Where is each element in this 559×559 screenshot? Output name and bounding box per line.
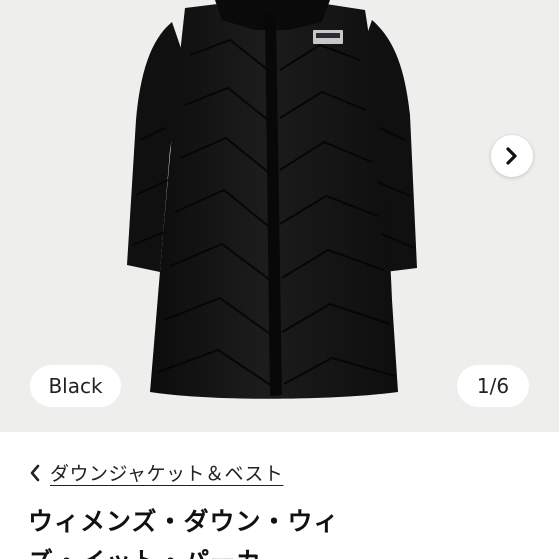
chevron-right-icon <box>506 147 517 165</box>
image-counter-label: 1/6 <box>476 374 510 398</box>
color-name-badge: Black <box>30 365 121 407</box>
color-name-label: Black <box>48 374 103 398</box>
image-counter-badge: 1/6 <box>457 365 529 407</box>
breadcrumb[interactable]: ダウンジャケット＆ベスト <box>28 459 283 486</box>
product-title: ウィメンズ・ダウン・ウィズ・イット・パーカ <box>28 507 340 559</box>
chevron-left-icon <box>30 464 40 481</box>
breadcrumb-link[interactable]: ダウンジャケット＆ベスト <box>50 459 283 486</box>
product-gallery[interactable]: Black 1/6 <box>0 0 559 432</box>
next-image-button[interactable] <box>491 135 533 177</box>
product-page: Black 1/6 ダウンジャケット＆ベスト ウィメンズ・ダウン・ウィズ・イット… <box>0 0 559 559</box>
